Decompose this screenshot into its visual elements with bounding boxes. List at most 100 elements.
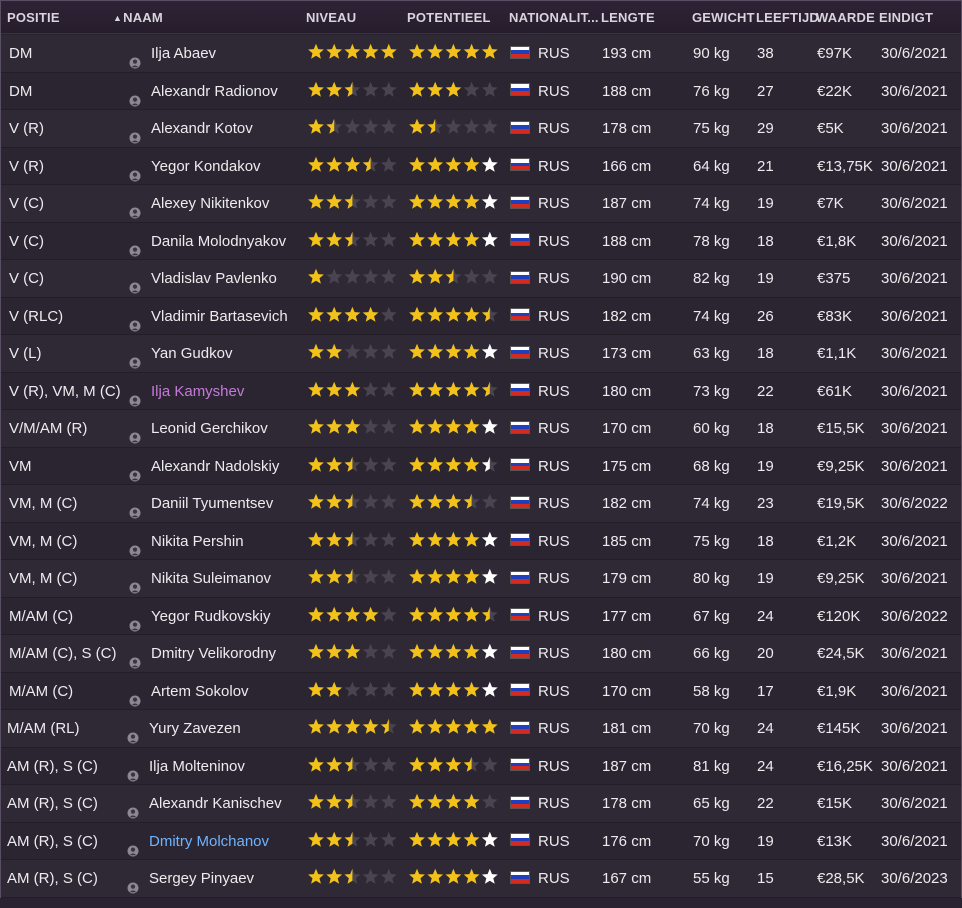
player-name[interactable]: Yury Zavezen: [149, 720, 241, 737]
table-row[interactable]: DM Ilja Abaev RUS 193 cm 90 kg 38 €97K 30/6/202…: [1, 35, 961, 73]
table-row[interactable]: V (R) Yegor Kondakov RUS 166 cm 64 kg 21 €13,7…: [1, 147, 961, 185]
table-row[interactable]: VM Alexandr Nadolskiy RUS 175 cm 68 kg 19 €9,2…: [1, 447, 961, 485]
nationality-cell: RUS: [510, 35, 570, 72]
column-header-lengte[interactable]: LENGTE: [601, 1, 655, 34]
table-row[interactable]: AM (R), S (C) Alexandr Kanischev RUS 178 cm…: [1, 785, 961, 823]
table-row[interactable]: DM Alexandr Radionov RUS 188 cm 76 kg 27 €22K 3…: [1, 72, 961, 110]
ability-stars: [307, 523, 399, 560]
player-name[interactable]: Daniil Tyumentsev: [151, 495, 273, 512]
player-name[interactable]: Ilja Molteninov: [149, 758, 245, 775]
player-name[interactable]: Alexey Nikitenkov: [151, 195, 269, 212]
table-row[interactable]: M/AM (C) Yegor Rudkovskiy RUS 177 cm 67 kg 24…: [1, 597, 961, 635]
table-row[interactable]: V (R) Alexandr Kotov RUS 178 cm 75 kg 29 €5K 30…: [1, 110, 961, 148]
player-name[interactable]: Alexandr Radionov: [151, 83, 278, 100]
player-name[interactable]: Vladislav Pavlenko: [151, 270, 277, 287]
player-name[interactable]: Leonid Gerchikov: [151, 420, 268, 437]
nationality-cell: RUS: [510, 335, 570, 372]
table-row[interactable]: AM (R), S (C) Dmitry Molchanov RUS 176 cm 70…: [1, 822, 961, 860]
potential-stars: [408, 448, 500, 485]
table-row[interactable]: M/AM (C), S (C) Dmitry Velikorodny RUS 180 …: [1, 635, 961, 673]
column-header-leeftijd[interactable]: LEEFTIJD: [756, 1, 819, 34]
player-name[interactable]: Yan Gudkov: [151, 345, 232, 362]
player-name-cell[interactable]: Ilja Kamyshev: [129, 373, 244, 410]
person-icon: [129, 496, 141, 519]
player-name-cell[interactable]: Dmitry Velikorodny: [129, 635, 276, 672]
player-name-cell[interactable]: Dmitry Molchanov: [127, 823, 269, 860]
player-name[interactable]: Alexandr Kanischev: [149, 795, 282, 812]
table-row[interactable]: V (C) Danila Molodnyakov RUS 188 cm 78 kg 18 €…: [1, 222, 961, 260]
nationality-cell: RUS: [510, 598, 570, 635]
column-header-eindigt[interactable]: EINDIGT: [879, 1, 933, 34]
player-name[interactable]: Ilja Abaev: [151, 45, 216, 62]
table-row[interactable]: V (RLC) Vladimir Bartasevich RUS 182 cm 74 k…: [1, 297, 961, 335]
player-name-cell[interactable]: Yegor Rudkovskiy: [129, 598, 271, 635]
player-name-cell[interactable]: Yury Zavezen: [127, 710, 241, 747]
player-name-cell[interactable]: Alexandr Nadolskiy: [129, 448, 279, 485]
player-weight: 66 kg: [693, 645, 730, 662]
table-row[interactable]: M/AM (RL) Yury Zavezen RUS 181 cm 70 kg 24 €14…: [1, 710, 961, 748]
column-header-niveau[interactable]: NIVEAU: [306, 1, 356, 34]
player-name[interactable]: Nikita Suleimanov: [151, 570, 271, 587]
player-name[interactable]: Nikita Pershin: [151, 533, 244, 550]
player-name-cell[interactable]: Ilja Abaev: [129, 35, 216, 72]
player-name[interactable]: Dmitry Molchanov: [149, 833, 269, 850]
player-name[interactable]: Dmitry Velikorodny: [151, 645, 276, 662]
player-name-cell[interactable]: Ilja Molteninov: [127, 748, 245, 785]
player-name-cell[interactable]: Yegor Kondakov: [129, 148, 261, 185]
nationality-code: RUS: [538, 157, 570, 175]
player-weight: 82 kg: [693, 270, 730, 287]
player-name-cell[interactable]: Alexandr Kanischev: [127, 785, 282, 822]
column-header-gewicht[interactable]: GEWICHT: [692, 1, 755, 34]
player-name-cell[interactable]: Alexandr Kotov: [129, 110, 253, 147]
player-value: €15,5K: [817, 420, 865, 437]
player-name[interactable]: Yegor Kondakov: [151, 158, 261, 175]
player-name-cell[interactable]: Vladislav Pavlenko: [129, 260, 277, 297]
column-header-nationaliteit[interactable]: NATIONALIT...: [509, 1, 599, 34]
player-name[interactable]: Vladimir Bartasevich: [151, 308, 288, 325]
player-name-cell[interactable]: Sergey Pinyaev: [127, 860, 254, 897]
player-name[interactable]: Alexandr Kotov: [151, 120, 253, 137]
player-name-cell[interactable]: Leonid Gerchikov: [129, 410, 268, 447]
player-name-cell[interactable]: Daniil Tyumentsev: [129, 485, 273, 522]
player-name-cell[interactable]: Nikita Pershin: [129, 523, 244, 560]
player-name[interactable]: Artem Sokolov: [151, 683, 249, 700]
player-name-cell[interactable]: Artem Sokolov: [129, 673, 249, 710]
table-row[interactable]: VM, M (C) Nikita Pershin RUS 185 cm 75 kg 18 €…: [1, 522, 961, 560]
star-rating-icon: [307, 643, 399, 661]
player-name-cell[interactable]: Nikita Suleimanov: [129, 560, 271, 597]
ability-stars: [307, 110, 399, 147]
star-rating-icon: [408, 606, 500, 624]
column-header-waarde[interactable]: WAARDE: [816, 1, 875, 34]
player-name-cell[interactable]: Alexey Nikitenkov: [129, 185, 269, 222]
column-header-positie[interactable]: POSITIE: [7, 1, 60, 34]
table-row[interactable]: M/AM (C) Artem Sokolov RUS 170 cm 58 kg 17 €1,…: [1, 672, 961, 710]
table-row[interactable]: V (C) Alexey Nikitenkov RUS 187 cm 74 kg 19 €7…: [1, 185, 961, 223]
star-rating-icon: [408, 118, 500, 136]
player-name[interactable]: Danila Molodnyakov: [151, 233, 286, 250]
table-row[interactable]: V (C) Vladislav Pavlenko RUS 190 cm 82 kg 19 €…: [1, 260, 961, 298]
player-name-cell[interactable]: Danila Molodnyakov: [129, 223, 286, 260]
table-row[interactable]: V (R), VM, M (C) Ilja Kamyshev RUS 180 cm 73…: [1, 372, 961, 410]
table-row[interactable]: V/M/AM (R) Leonid Gerchikov RUS 170 cm 60 kg…: [1, 410, 961, 448]
table-row[interactable]: V (L) Yan Gudkov RUS 173 cm 63 kg 18 €1,1K 30/6…: [1, 335, 961, 373]
table-row[interactable]: VM, M (C) Nikita Suleimanov RUS 179 cm 80 kg…: [1, 560, 961, 598]
table-row[interactable]: AM (R), S (C) Sergey Pinyaev RUS 167 cm 55 k…: [1, 860, 961, 898]
player-height: 173 cm: [602, 345, 652, 362]
contract-end: 30/6/2021: [881, 720, 948, 737]
player-name[interactable]: Sergey Pinyaev: [149, 870, 254, 887]
player-name[interactable]: Alexandr Nadolskiy: [151, 458, 279, 475]
player-age: 24: [757, 720, 774, 737]
player-name-cell[interactable]: Vladimir Bartasevich: [129, 298, 288, 335]
player-name-cell[interactable]: Yan Gudkov: [129, 335, 232, 372]
column-header-naam[interactable]: ▲NAAM: [113, 1, 163, 34]
player-name[interactable]: Ilja Kamyshev: [151, 383, 244, 400]
player-value: €1,1K: [817, 345, 857, 362]
star-rating-icon: [307, 681, 399, 699]
player-name-cell[interactable]: Alexandr Radionov: [129, 73, 278, 110]
table-row[interactable]: AM (R), S (C) Ilja Molteninov RUS 187 cm 81 …: [1, 747, 961, 785]
person-icon: [129, 609, 141, 632]
column-header-potentieel[interactable]: POTENTIEEL: [407, 1, 491, 34]
russia-flag-icon: [510, 683, 530, 697]
player-name[interactable]: Yegor Rudkovskiy: [151, 608, 271, 625]
table-row[interactable]: VM, M (C) Daniil Tyumentsev RUS 182 cm 74 kg…: [1, 485, 961, 523]
